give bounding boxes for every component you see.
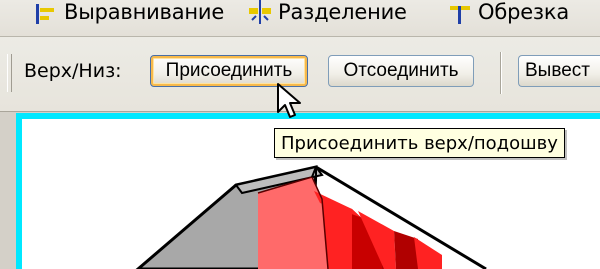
align-tool[interactable]: Выравнивание: [34, 0, 224, 32]
mouse-cursor-icon: [277, 83, 301, 118]
toolbar-separator: [500, 52, 502, 94]
align-icon: [34, 0, 58, 24]
trim-icon: [448, 0, 472, 24]
attach-tooltip: Присоединить верх/подошву: [274, 128, 565, 158]
detach-button[interactable]: Отсоединить: [328, 55, 474, 87]
top-bottom-label: Верх/Низ:: [24, 60, 122, 82]
split-tool[interactable]: Разделение: [248, 0, 407, 32]
split-icon: [248, 0, 272, 24]
toolbar-grip[interactable]: [7, 54, 12, 92]
trim-tool[interactable]: Обрезка: [448, 0, 569, 32]
output-button[interactable]: Вывест: [518, 55, 600, 87]
top-toolbar: Выравнивание Разделение Обрезка: [0, 0, 600, 37]
